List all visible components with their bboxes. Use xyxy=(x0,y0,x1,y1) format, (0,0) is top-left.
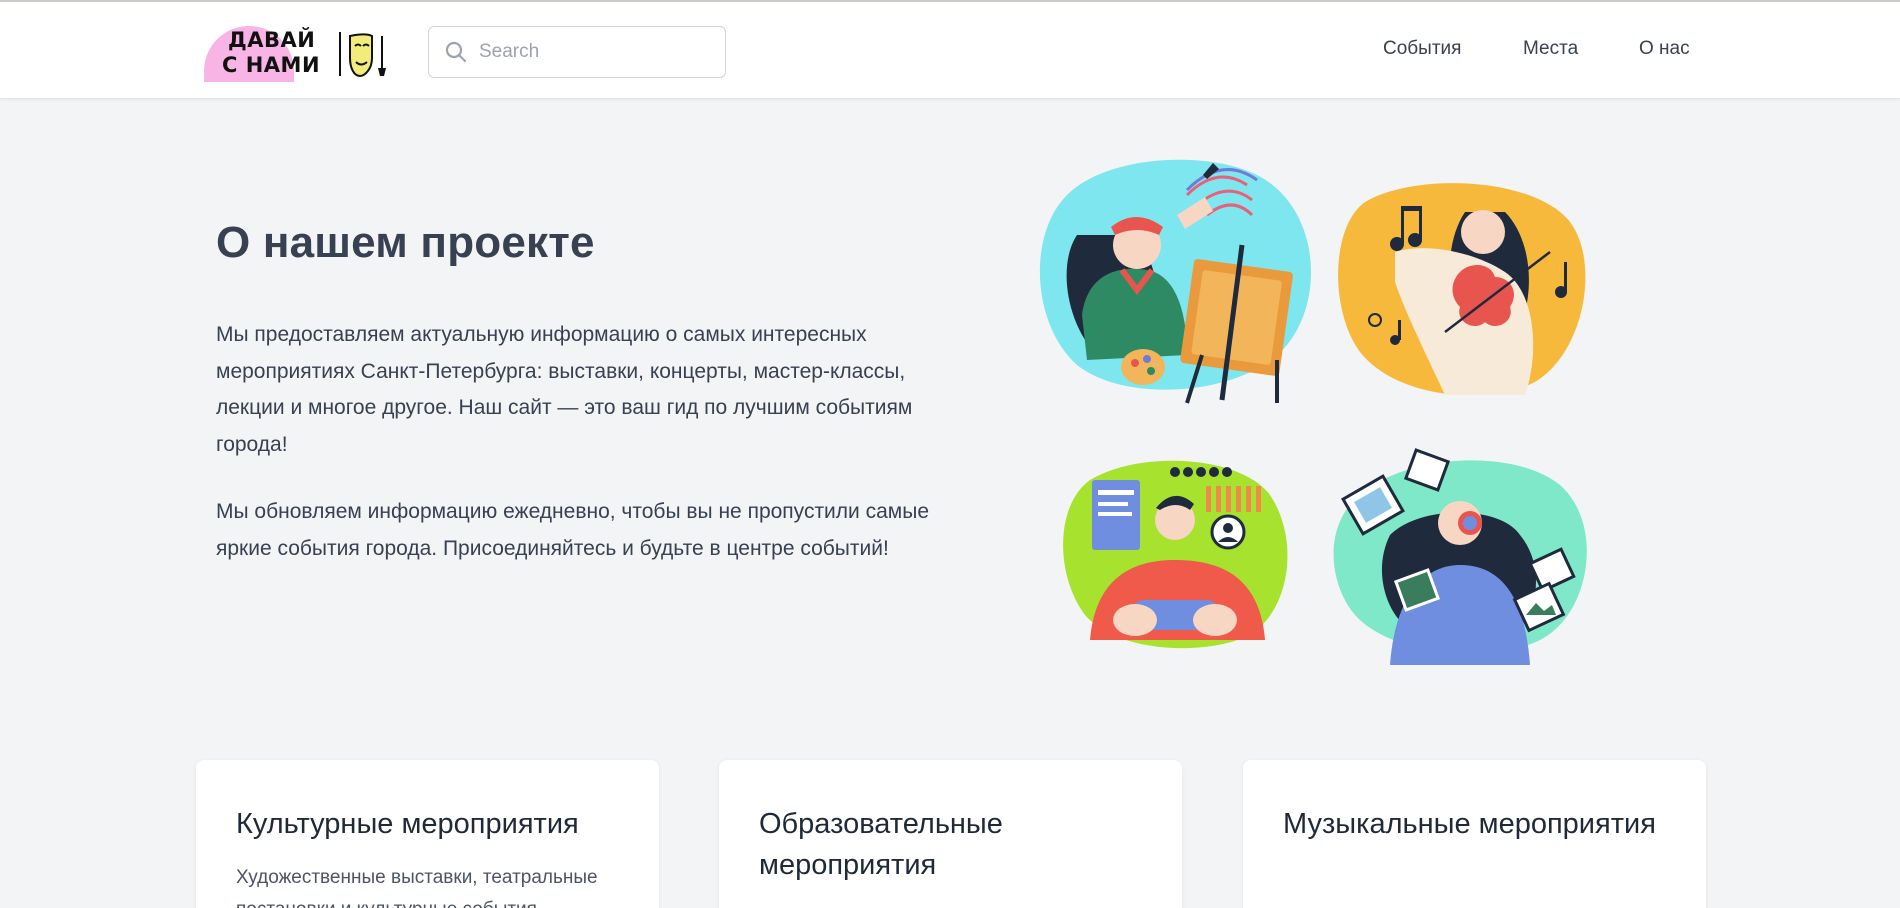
site-header: ДАВАЙ С НАМИ События Места О нас xyxy=(0,2,1900,99)
violinist-illustration xyxy=(1338,183,1586,395)
about-paragraph-2: Мы обновляем информацию ежедневно, чтобы… xyxy=(216,500,929,560)
card-title: Музыкальные мероприятия xyxy=(1283,808,1656,840)
card-cultural[interactable]: Культурные мероприятия Художественные вы… xyxy=(196,760,659,908)
gamer-illustration xyxy=(1063,460,1288,649)
painter-illustration xyxy=(1039,159,1311,404)
theater-mask-icon xyxy=(349,33,386,78)
card-music[interactable]: Музыкальные мероприятия xyxy=(1243,760,1706,908)
card-title: Культурные мероприятия xyxy=(236,808,579,840)
card-educational[interactable]: Образовательные мероприятия xyxy=(719,760,1182,908)
logo-divider xyxy=(339,32,341,76)
logo-text: ДАВАЙ С НАМИ xyxy=(222,28,320,78)
about-paragraph-1: Мы предоставляем актуальную информацию о… xyxy=(216,323,913,456)
nav-places[interactable]: Места xyxy=(1523,38,1578,60)
logo-line-1: ДАВАЙ xyxy=(228,28,316,52)
about-title: О нашем проекте xyxy=(216,218,595,267)
card-description: Художественные выставки, театральные пос… xyxy=(236,867,598,908)
card-title: Образовательные мероприятия xyxy=(759,808,1003,881)
search-input[interactable] xyxy=(479,27,719,77)
search-icon xyxy=(445,41,467,63)
site-logo[interactable]: ДАВАЙ С НАМИ xyxy=(204,22,390,82)
logo-line-2: С НАМИ xyxy=(222,53,321,77)
photographer-illustration xyxy=(1333,448,1587,665)
nav-events[interactable]: События xyxy=(1383,38,1461,60)
brush-icon xyxy=(378,36,386,76)
nav-about[interactable]: О нас xyxy=(1639,38,1690,60)
search-box[interactable] xyxy=(428,26,726,78)
